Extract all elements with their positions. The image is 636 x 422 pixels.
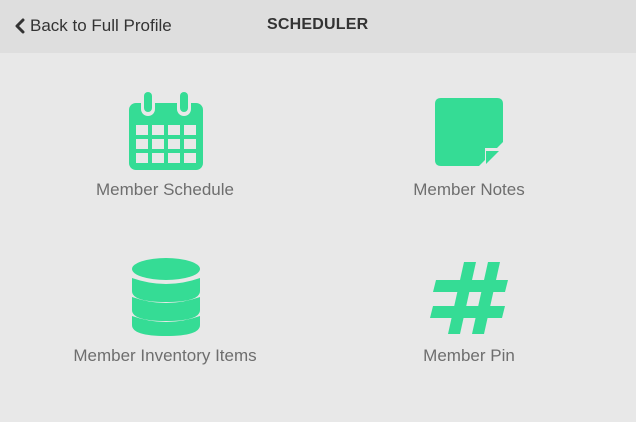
sticky-note-icon bbox=[435, 98, 503, 166]
member-inventory-items-tile[interactable]: Member Inventory Items bbox=[6, 256, 324, 386]
member-notes-tile[interactable]: Member Notes bbox=[310, 90, 628, 220]
member-pin-tile[interactable]: Member Pin bbox=[310, 256, 628, 386]
page-title: SCHEDULER bbox=[267, 16, 369, 33]
member-inventory-items-label: Member Inventory Items bbox=[73, 346, 257, 365]
member-notes-label: Member Notes bbox=[413, 180, 525, 199]
header-bar: Back to Full Profile SCHEDULER bbox=[0, 0, 636, 53]
calendar-icon bbox=[129, 92, 203, 170]
member-schedule-label: Member Schedule bbox=[96, 180, 234, 199]
hashtag-icon bbox=[430, 262, 508, 334]
back-link-label: Back to Full Profile bbox=[30, 16, 172, 35]
member-pin-label: Member Pin bbox=[423, 346, 515, 365]
back-to-profile-link[interactable]: Back to Full Profile bbox=[14, 15, 172, 37]
member-schedule-tile[interactable]: Member Schedule bbox=[6, 90, 324, 220]
database-icon bbox=[132, 258, 200, 336]
chevron-left-icon bbox=[15, 18, 25, 34]
